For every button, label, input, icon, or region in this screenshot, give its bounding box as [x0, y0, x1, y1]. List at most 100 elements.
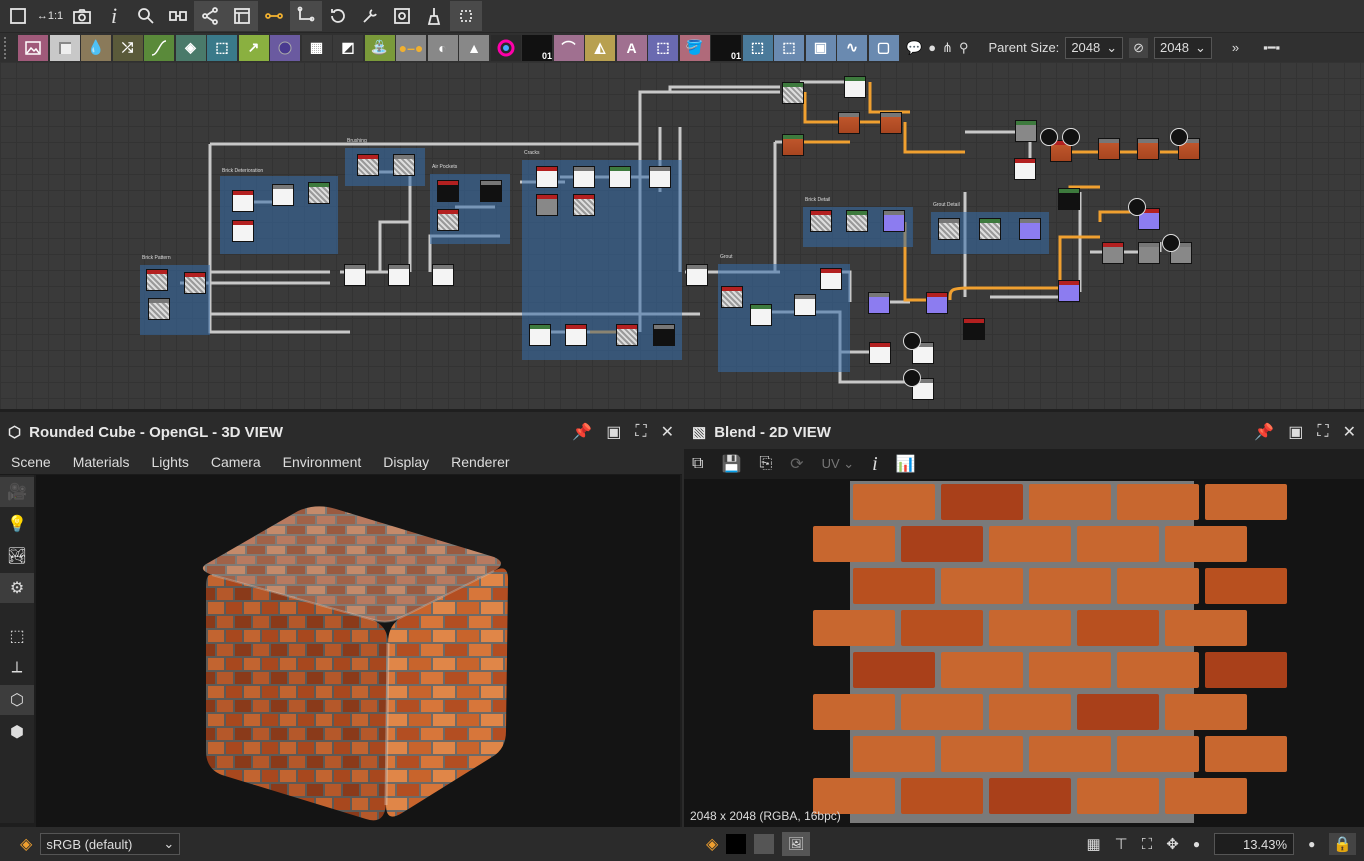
- wireframe-icon[interactable]: ⬚: [0, 621, 34, 651]
- environment-icon[interactable]: 🏞: [0, 541, 34, 571]
- output-icon[interactable]: [1040, 128, 1058, 146]
- graph-node[interactable]: [232, 220, 254, 242]
- output-icon[interactable]: [1170, 128, 1188, 146]
- color-wheel-icon[interactable]: [490, 34, 521, 61]
- graph-node[interactable]: [810, 210, 832, 232]
- flag-icon[interactable]: ⚲: [959, 40, 969, 56]
- graph-node[interactable]: [721, 286, 743, 308]
- graph-node[interactable]: [963, 318, 985, 340]
- bitmap-value-icon[interactable]: 01: [711, 34, 741, 61]
- panel-icon[interactable]: ▣: [805, 34, 836, 61]
- fill-icon[interactable]: 🪣: [679, 34, 710, 61]
- save-icon[interactable]: 💾: [721, 454, 741, 474]
- expand-icon[interactable]: »: [1232, 40, 1239, 55]
- graph-node[interactable]: [184, 272, 206, 294]
- lock-icon[interactable]: 🔒: [1329, 833, 1356, 855]
- shuffle-icon[interactable]: ⤮: [112, 34, 143, 61]
- node-connector-icon[interactable]: ▪━▪: [1263, 40, 1280, 56]
- refresh-icon[interactable]: ⟳: [790, 454, 803, 474]
- fx-map-icon[interactable]: ◩: [333, 34, 363, 61]
- camera-icon[interactable]: [66, 1, 98, 31]
- one-to-one-icon[interactable]: ↔1:1: [34, 1, 66, 31]
- node-graph[interactable]: Brushing Brick Deterioration Air Pockets…: [0, 62, 1364, 412]
- rgb-channel-icon[interactable]: 🖼: [782, 832, 811, 856]
- image-icon[interactable]: [18, 34, 48, 61]
- graph-node[interactable]: [1014, 158, 1036, 180]
- graph-node[interactable]: [437, 180, 459, 202]
- tile-grid-icon[interactable]: ▦: [1086, 835, 1100, 853]
- frame-icon[interactable]: [2, 1, 34, 31]
- graph-node[interactable]: [432, 264, 454, 286]
- graph-node[interactable]: [232, 190, 254, 212]
- history-icon[interactable]: [322, 1, 354, 31]
- pin-icon[interactable]: 📌: [572, 422, 592, 442]
- graph-node[interactable]: [565, 324, 587, 346]
- copy-icon[interactable]: ⎘: [759, 455, 772, 473]
- output-icon[interactable]: [1062, 128, 1080, 146]
- graph-node[interactable]: [1138, 242, 1160, 264]
- tile-grid-icon[interactable]: ▦: [301, 34, 332, 61]
- frame-node-icon[interactable]: ▢: [868, 34, 899, 61]
- shape-icon[interactable]: [270, 34, 300, 61]
- zoom-field[interactable]: 13.43%: [1214, 833, 1295, 855]
- graph-node[interactable]: [1137, 138, 1159, 160]
- wrench-icon[interactable]: [354, 1, 386, 31]
- layers-icon[interactable]: ◈: [20, 834, 32, 854]
- graph-node[interactable]: [573, 194, 595, 216]
- graph-node[interactable]: [393, 154, 415, 176]
- graph-node[interactable]: [536, 194, 558, 216]
- graph-node[interactable]: [820, 268, 842, 290]
- bake-icon[interactable]: [386, 1, 418, 31]
- curve-icon[interactable]: [144, 34, 174, 61]
- graph-node[interactable]: [653, 324, 675, 346]
- graph-node[interactable]: [782, 134, 804, 156]
- parent-size-select[interactable]: 2048 ⌄: [1065, 36, 1124, 59]
- graph-node[interactable]: [750, 304, 772, 326]
- graph-node[interactable]: [437, 209, 459, 231]
- graph-node[interactable]: [616, 324, 638, 346]
- menu-scene[interactable]: Scene: [11, 454, 51, 470]
- search-icon[interactable]: [130, 1, 162, 31]
- maximize-icon[interactable]: ⛶: [635, 423, 646, 441]
- menu-display[interactable]: Display: [383, 454, 429, 470]
- output-icon[interactable]: [903, 332, 921, 350]
- graph-node[interactable]: [536, 166, 558, 188]
- graph-node[interactable]: [529, 324, 551, 346]
- grey-channel-swatch[interactable]: [754, 834, 775, 854]
- graph-node[interactable]: [649, 166, 671, 188]
- cube-outline-icon[interactable]: ⬢: [0, 717, 34, 747]
- graph-node[interactable]: [1058, 188, 1080, 210]
- pin-icon[interactable]: 📌: [1254, 422, 1274, 442]
- histogram-icon[interactable]: 📊: [896, 454, 916, 474]
- gradient-drop-icon[interactable]: ◈: [175, 34, 206, 61]
- levels-drop-icon[interactable]: 💧: [81, 34, 111, 61]
- share-icon[interactable]: [194, 1, 226, 31]
- graph-node[interactable]: [1019, 218, 1041, 240]
- zoom-in-icon[interactable]: ●: [1308, 837, 1315, 851]
- info-icon[interactable]: i: [98, 1, 130, 31]
- half-circle-icon[interactable]: ◐: [427, 34, 458, 61]
- graph-icon[interactable]: ∿: [837, 34, 867, 61]
- graph-node[interactable]: [794, 294, 816, 316]
- graph-node[interactable]: [880, 112, 902, 134]
- scale-icon[interactable]: ⊤: [1115, 835, 1128, 853]
- graph-node[interactable]: [838, 112, 860, 134]
- graph-node[interactable]: [869, 342, 891, 364]
- graph-node[interactable]: [1102, 242, 1124, 264]
- graph-node[interactable]: [782, 82, 804, 104]
- camera-icon[interactable]: 🎥: [0, 477, 34, 507]
- watering-can-icon[interactable]: ⛲: [364, 34, 395, 61]
- link-icon[interactable]: ⊘: [1129, 37, 1149, 58]
- graph-node[interactable]: [308, 182, 330, 204]
- output-size-select[interactable]: 2048 ⌄: [1154, 36, 1212, 59]
- pin-node-icon[interactable]: ⋔: [942, 40, 953, 56]
- comment-icon[interactable]: 💬: [906, 40, 922, 56]
- view-3d-viewport[interactable]: [36, 475, 680, 827]
- cube-icon[interactable]: ⬡: [0, 685, 34, 715]
- graph-node[interactable]: [868, 292, 890, 314]
- mountain-icon[interactable]: ▲: [459, 34, 489, 61]
- selection-icon[interactable]: ⬚: [648, 34, 678, 61]
- uv-dropdown[interactable]: UV ⌄: [822, 456, 855, 472]
- output-icon[interactable]: [1162, 234, 1180, 252]
- graph-node[interactable]: [480, 180, 502, 202]
